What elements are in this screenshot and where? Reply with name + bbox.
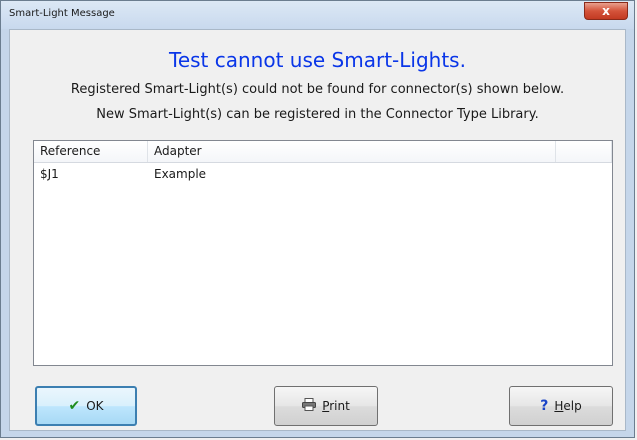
- cell-adapter: Example: [154, 167, 207, 181]
- close-button[interactable]: x: [584, 2, 628, 20]
- close-icon: x: [602, 4, 610, 18]
- smart-light-dialog: Smart-Light Message x Test cannot use Sm…: [0, 0, 635, 438]
- print-button[interactable]: Print: [274, 386, 378, 426]
- title-bar[interactable]: Smart-Light Message x: [1, 1, 634, 29]
- help-button-label: Help: [554, 399, 582, 413]
- message-heading: Test cannot use Smart-Lights.: [169, 48, 466, 72]
- message-line-2: New Smart-Light(s) can be registered in …: [96, 107, 539, 122]
- help-icon: ?: [540, 398, 549, 414]
- column-header-filler: [556, 141, 612, 162]
- dialog-body: Test cannot use Smart-Lights. Registered…: [9, 29, 626, 431]
- list-item[interactable]: $J1 Example: [34, 165, 612, 183]
- ok-button[interactable]: ✔ OK: [35, 386, 137, 426]
- printer-icon: [302, 398, 317, 414]
- check-icon: ✔: [68, 398, 81, 414]
- ok-button-label: OK: [86, 399, 104, 413]
- window-title: Smart-Light Message: [9, 8, 115, 19]
- list-header: Reference Adapter: [34, 141, 612, 163]
- help-button[interactable]: ? Help: [509, 386, 613, 426]
- column-header-adapter[interactable]: Adapter: [148, 141, 556, 162]
- connector-list[interactable]: Reference Adapter $J1 Example: [33, 140, 613, 366]
- message-line-1: Registered Smart-Light(s) could not be f…: [70, 82, 565, 97]
- print-button-label: Print: [322, 399, 350, 413]
- cell-reference: $J1: [40, 167, 59, 181]
- column-header-reference[interactable]: Reference: [34, 141, 148, 162]
